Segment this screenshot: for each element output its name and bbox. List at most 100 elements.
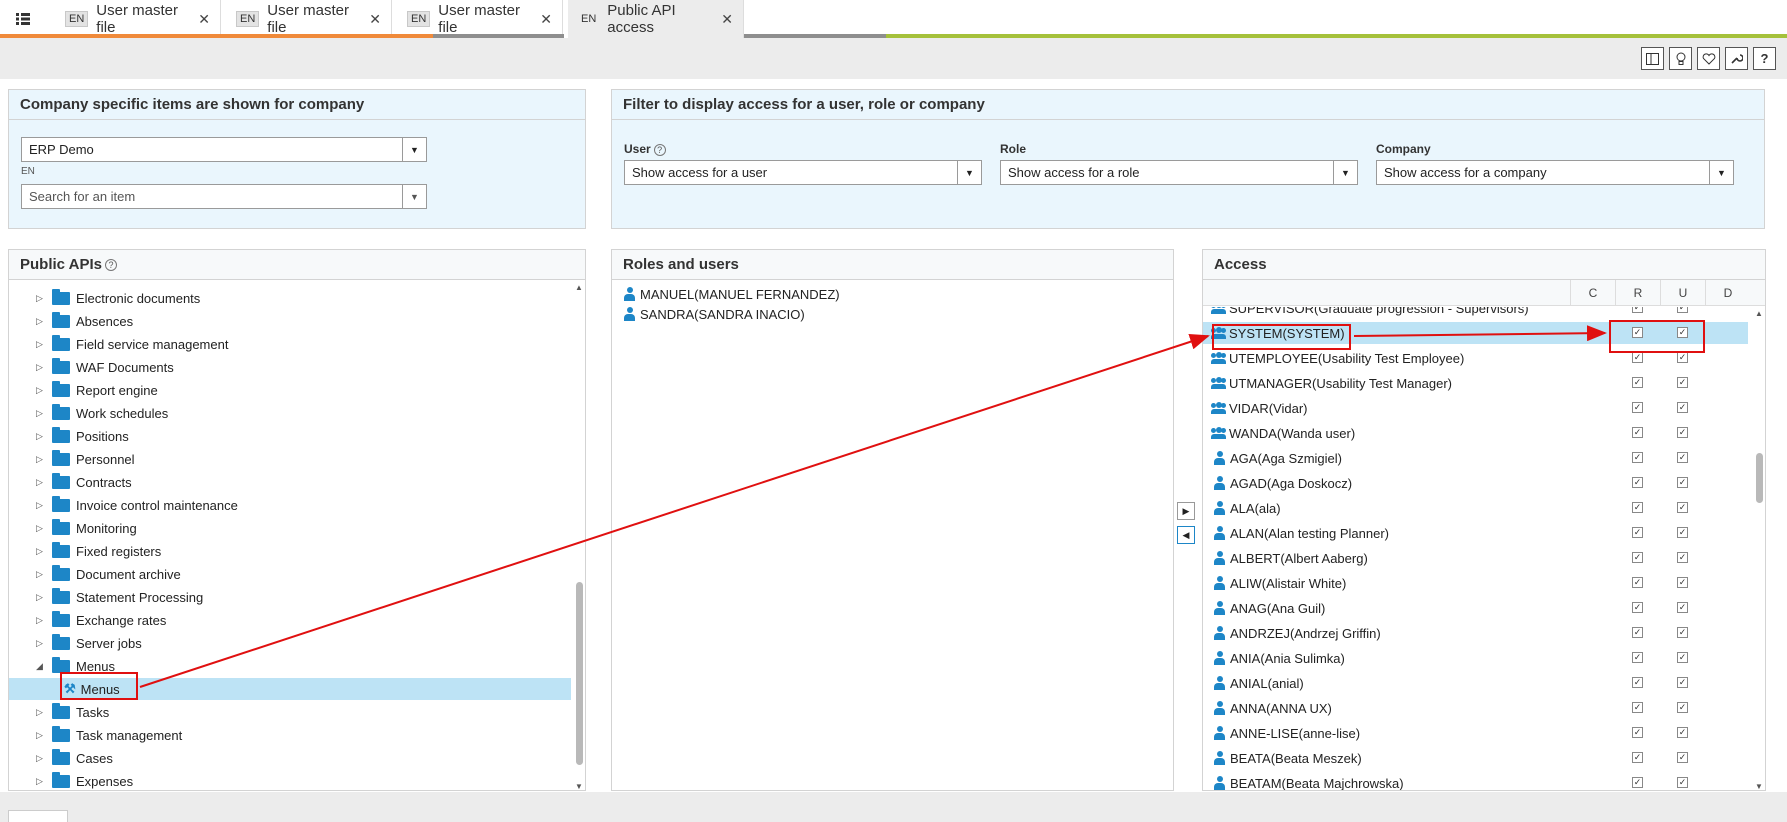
tree-item[interactable]: ▷ Field service management [36, 333, 228, 355]
access-row[interactable]: ALBERT(Albert Aaberg) ✓ ✓ [1203, 547, 1748, 569]
menu-icon[interactable] [8, 6, 38, 32]
read-checkbox[interactable]: ✓ [1632, 552, 1643, 563]
update-checkbox[interactable]: ✓ [1677, 402, 1688, 413]
access-row[interactable]: ALAN(Alan testing Planner) ✓ ✓ [1203, 522, 1748, 544]
tree-item[interactable]: ▷ Invoice control maintenance [36, 494, 238, 516]
tree-item[interactable]: ▷ Monitoring [36, 517, 137, 539]
tree-item[interactable]: ▷ WAF Documents [36, 356, 174, 378]
access-row[interactable]: WANDA(Wanda user) ✓ ✓ [1203, 422, 1748, 444]
access-row[interactable]: ANNE-LISE(anne-lise) ✓ ✓ [1203, 722, 1748, 744]
expand-icon[interactable]: ▷ [36, 592, 48, 603]
expand-icon[interactable]: ▷ [36, 454, 48, 465]
collapse-icon[interactable]: ◢ [36, 661, 48, 672]
move-left-button[interactable]: ◀ [1177, 526, 1195, 544]
column-delete[interactable]: D [1705, 280, 1750, 306]
expand-icon[interactable]: ▷ [36, 408, 48, 419]
access-row[interactable]: ANDRZEJ(Andrzej Griffin) ✓ ✓ [1203, 622, 1748, 644]
company-filter-select[interactable]: Show access for a company ▼ [1376, 160, 1734, 185]
company-select[interactable]: ERP Demo ▼ [21, 137, 427, 162]
tree-item[interactable]: ▷ Statement Processing [36, 586, 203, 608]
lightbulb-icon[interactable] [1669, 47, 1692, 70]
close-icon[interactable]: ✕ [198, 11, 210, 28]
access-row[interactable]: SUPERVISOR(Graduate progression - Superv… [1203, 307, 1748, 319]
tab-user-master-file-2[interactable]: EN User master file ✕ [226, 0, 392, 38]
access-row[interactable]: ANIA(Ania Sulimka) ✓ ✓ [1203, 647, 1748, 669]
update-checkbox[interactable]: ✓ [1677, 777, 1688, 788]
expand-icon[interactable]: ▷ [36, 500, 48, 511]
access-row[interactable]: ALIW(Alistair White) ✓ ✓ [1203, 572, 1748, 594]
expand-icon[interactable]: ▷ [36, 615, 48, 626]
tree-item[interactable]: ▷ Expenses [36, 770, 133, 790]
search-item-input[interactable]: Search for an item ▼ [21, 184, 427, 209]
tree-item[interactable]: ▷ Contracts [36, 471, 132, 493]
tree-item[interactable]: ▷ Report engine [36, 379, 158, 401]
column-update[interactable]: U [1660, 280, 1705, 306]
expand-icon[interactable]: ▷ [36, 523, 48, 534]
read-checkbox[interactable]: ✓ [1632, 652, 1643, 663]
read-checkbox[interactable]: ✓ [1632, 452, 1643, 463]
tree-item[interactable]: ▷ Personnel [36, 448, 135, 470]
read-checkbox[interactable]: ✓ [1632, 352, 1643, 363]
access-row[interactable]: AGA(Aga Szmigiel) ✓ ✓ [1203, 447, 1748, 469]
tree-item[interactable]: ▷ Task management [36, 724, 182, 746]
read-checkbox[interactable]: ✓ [1632, 752, 1643, 763]
tree-item[interactable]: ▷ Cases [36, 747, 113, 769]
expand-icon[interactable]: ▷ [36, 339, 48, 350]
tree-item[interactable]: ▷ Tasks [36, 701, 109, 723]
expand-icon[interactable]: ▷ [36, 431, 48, 442]
expand-icon[interactable]: ▷ [36, 293, 48, 304]
expand-icon[interactable]: ▷ [36, 638, 48, 649]
read-checkbox[interactable]: ✓ [1632, 677, 1643, 688]
access-row[interactable]: ALA(ala) ✓ ✓ [1203, 497, 1748, 519]
tree-item[interactable]: ▷ Exchange rates [36, 609, 166, 631]
tree-item[interactable]: ▷ Server jobs [36, 632, 142, 654]
tab-user-master-file-1[interactable]: EN User master file ✕ [55, 0, 221, 38]
expand-icon[interactable]: ▷ [36, 546, 48, 557]
access-row[interactable]: ANAG(Ana Guil) ✓ ✓ [1203, 597, 1748, 619]
list-item[interactable]: MANUEL(MANUEL FERNANDEZ) [624, 283, 840, 305]
update-checkbox[interactable]: ✓ [1677, 527, 1688, 538]
expand-icon[interactable]: ▷ [36, 569, 48, 580]
read-checkbox[interactable]: ✓ [1632, 477, 1643, 488]
tree-item[interactable]: ▷ Document archive [36, 563, 181, 585]
close-icon[interactable]: ✕ [721, 11, 733, 28]
tree-item[interactable]: ▷ Absences [36, 310, 133, 332]
update-checkbox[interactable]: ✓ [1677, 452, 1688, 463]
bottom-tab[interactable] [8, 810, 68, 822]
access-row[interactable]: AGAD(Aga Doskocz) ✓ ✓ [1203, 472, 1748, 494]
expand-icon[interactable]: ▷ [36, 362, 48, 373]
update-checkbox[interactable]: ✓ [1677, 627, 1688, 638]
chevron-down-icon[interactable]: ▼ [402, 185, 426, 208]
expand-icon[interactable]: ▷ [36, 776, 48, 787]
scrollbar-thumb[interactable] [1756, 453, 1763, 503]
update-checkbox[interactable]: ✓ [1677, 702, 1688, 713]
tree-item[interactable]: ▷ Fixed registers [36, 540, 161, 562]
update-checkbox[interactable]: ✓ [1677, 307, 1688, 313]
update-checkbox[interactable]: ✓ [1677, 602, 1688, 613]
column-create[interactable]: C [1570, 280, 1615, 306]
heart-icon[interactable] [1697, 47, 1720, 70]
update-checkbox[interactable]: ✓ [1677, 352, 1688, 363]
read-checkbox[interactable]: ✓ [1632, 377, 1643, 388]
help-icon[interactable]: ? [1753, 47, 1776, 70]
chevron-down-icon[interactable]: ▼ [957, 161, 981, 184]
chevron-down-icon[interactable]: ▼ [402, 138, 426, 161]
help-icon[interactable]: ? [104, 258, 117, 271]
update-checkbox[interactable]: ✓ [1677, 502, 1688, 513]
update-checkbox[interactable]: ✓ [1677, 652, 1688, 663]
list-item[interactable]: SANDRA(SANDRA INACIO) [624, 303, 805, 325]
read-checkbox[interactable]: ✓ [1632, 427, 1643, 438]
read-checkbox[interactable]: ✓ [1632, 577, 1643, 588]
chevron-down-icon[interactable]: ▼ [1333, 161, 1357, 184]
expand-icon[interactable]: ▷ [36, 316, 48, 327]
expand-icon[interactable]: ▷ [36, 707, 48, 718]
update-checkbox[interactable]: ✓ [1677, 577, 1688, 588]
access-row[interactable]: BEATA(Beata Meszek) ✓ ✓ [1203, 747, 1748, 769]
update-checkbox[interactable]: ✓ [1677, 752, 1688, 763]
expand-icon[interactable]: ▷ [36, 753, 48, 764]
access-row[interactable]: ANIAL(anial) ✓ ✓ [1203, 672, 1748, 694]
tab-user-master-file-3[interactable]: EN User master file ✕ [397, 0, 563, 38]
update-checkbox[interactable]: ✓ [1677, 552, 1688, 563]
update-checkbox[interactable]: ✓ [1677, 677, 1688, 688]
read-checkbox[interactable]: ✓ [1632, 627, 1643, 638]
